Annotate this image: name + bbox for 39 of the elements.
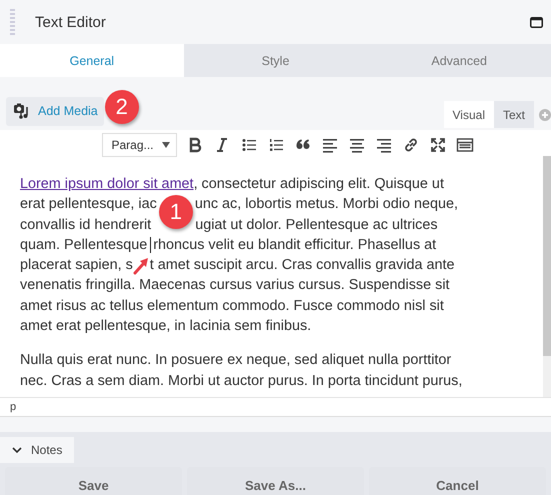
text-link[interactable]: Lorem ipsum dolor sit amet <box>20 174 194 194</box>
format-dropdown[interactable]: Parag... <box>102 133 177 157</box>
drag-handle-icon[interactable] <box>10 9 15 35</box>
callout-badge: 1 <box>158 195 193 230</box>
text-line: , consectetur adipiscing elit. Quisque ut <box>194 175 444 194</box>
text-line: venenatis fringilla. Maecenas cursus varius cursus. Suspendisse sit <box>20 276 450 296</box>
align-center-icon[interactable] <box>348 136 366 154</box>
tab[interactable]: General <box>0 44 184 77</box>
text-line: ugiat ut dolor. Pellentesque ac ultrices <box>195 216 438 235</box>
callout-badge: 2 <box>104 90 139 124</box>
element-path: p <box>0 397 551 417</box>
fullscreen-icon[interactable] <box>428 136 447 154</box>
text-line: amet erat pellentesque, in lacinia sem finibus. <box>20 317 312 336</box>
toolbar-toggle-icon[interactable] <box>456 136 474 154</box>
window-icon[interactable] <box>530 16 543 28</box>
bullet-list-icon[interactable] <box>240 136 258 154</box>
text-line: Nulla quis erat nunc. In posuere ex neque, sed aliquet nulla porttitor <box>20 351 452 370</box>
panel-title: Text Editor <box>35 14 107 30</box>
text-line: t amet suscipit arcu. Cras convallis gravida ante <box>150 256 455 276</box>
align-left-icon[interactable] <box>320 136 339 154</box>
callout-arrow <box>132 257 149 276</box>
text-line: convallis id hendrerit <box>20 216 152 235</box>
editor-mode-tab[interactable]: Text <box>494 101 534 128</box>
text-cursor <box>150 237 152 254</box>
add-media-button[interactable]: Add Media <box>6 96 104 126</box>
camera-music-icon <box>14 103 31 119</box>
text-line: quam. Pellentesque <box>20 236 148 255</box>
text-line: erat pellentesque, iac <box>20 195 157 214</box>
notes-toggle[interactable]: Notes <box>0 437 74 463</box>
align-right-icon[interactable] <box>374 136 393 154</box>
scrollbar[interactable] <box>543 156 551 397</box>
chevron-down-icon <box>12 446 22 454</box>
caret-icon <box>162 142 170 148</box>
text-line: unc ac, lobortis metus. Morbi odio neque, <box>194 195 458 214</box>
text-line: placerat sapien, s <box>20 256 133 276</box>
text-line: nec. Cras a sem diam. Morbi ut auctor purus. In porta tincidunt purus, <box>20 372 462 391</box>
text-line: rhoncus velit eu blandit efficitur. Phasellus at <box>153 236 436 255</box>
editor-mode-tab[interactable]: Visual <box>444 101 494 128</box>
text-line: amet risus ac tellus elementum commodo. Fusce commodo nisl sit <box>20 296 444 316</box>
